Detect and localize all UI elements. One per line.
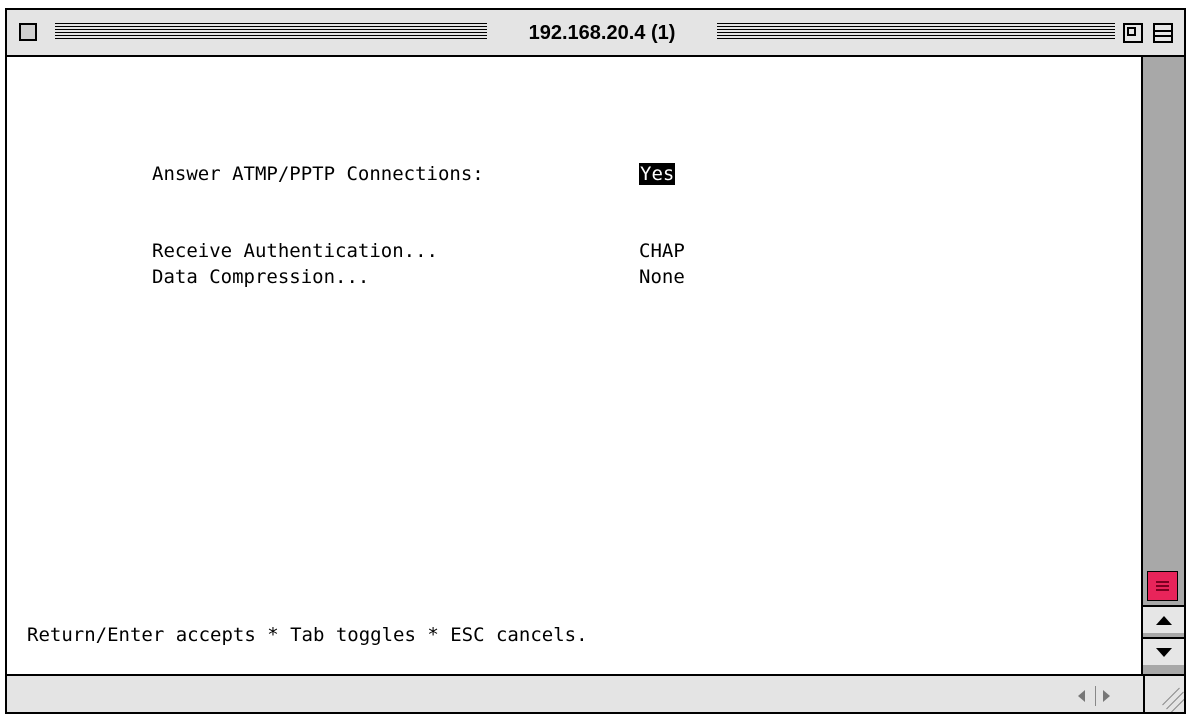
collapse-line [1155,35,1171,37]
grip-line [1156,589,1169,591]
scroll-right-button[interactable] [1095,686,1116,706]
field-value-receive-authentication[interactable]: CHAP [639,240,685,262]
collapse-line [1155,30,1171,32]
field-label-data-compression: Data Compression... [152,266,370,288]
selected-value[interactable]: Yes [639,163,676,185]
title-stripes-left [55,23,487,41]
resize-grip-icon[interactable] [1143,676,1184,712]
grip-line [1156,581,1169,583]
field-label-answer-connections: Answer ATMP/PPTP Connections: [152,163,484,185]
arrow-up-icon [1155,615,1172,625]
status-line: Return/Enter accepts * Tab toggles * ESC… [27,624,588,646]
zoom-inner-square [1127,27,1136,36]
vertical-scrollbar[interactable] [1141,57,1184,674]
field-value-data-compression[interactable]: None [639,266,685,288]
scroll-left-button[interactable] [1071,686,1091,706]
field-value-answer-connections[interactable]: Yes [639,163,676,185]
field-label-receive-authentication: Receive Authentication... [152,240,438,262]
close-box-icon[interactable] [19,23,37,41]
arrow-left-icon [1077,690,1085,702]
scroll-up-button[interactable] [1143,605,1184,633]
arrow-down-icon [1155,647,1172,657]
scroll-thumb[interactable] [1147,571,1178,601]
terminal-window: 192.168.20.4 (1) Answer ATMP/PPTP Connec… [5,8,1186,714]
horizontal-scrollbar[interactable] [7,674,1184,712]
arrow-right-icon [1102,690,1110,702]
terminal-screen[interactable]: Answer ATMP/PPTP Connections: Yes Receiv… [7,57,1141,674]
title-stripes-right [717,23,1115,41]
zoom-box-icon[interactable] [1123,23,1143,43]
collapse-box-icon[interactable] [1153,23,1173,43]
grip-line [1156,585,1169,587]
title-bar[interactable]: 192.168.20.4 (1) [7,10,1184,57]
scroll-down-button[interactable] [1143,637,1184,665]
window-title: 192.168.20.4 (1) [487,19,717,47]
